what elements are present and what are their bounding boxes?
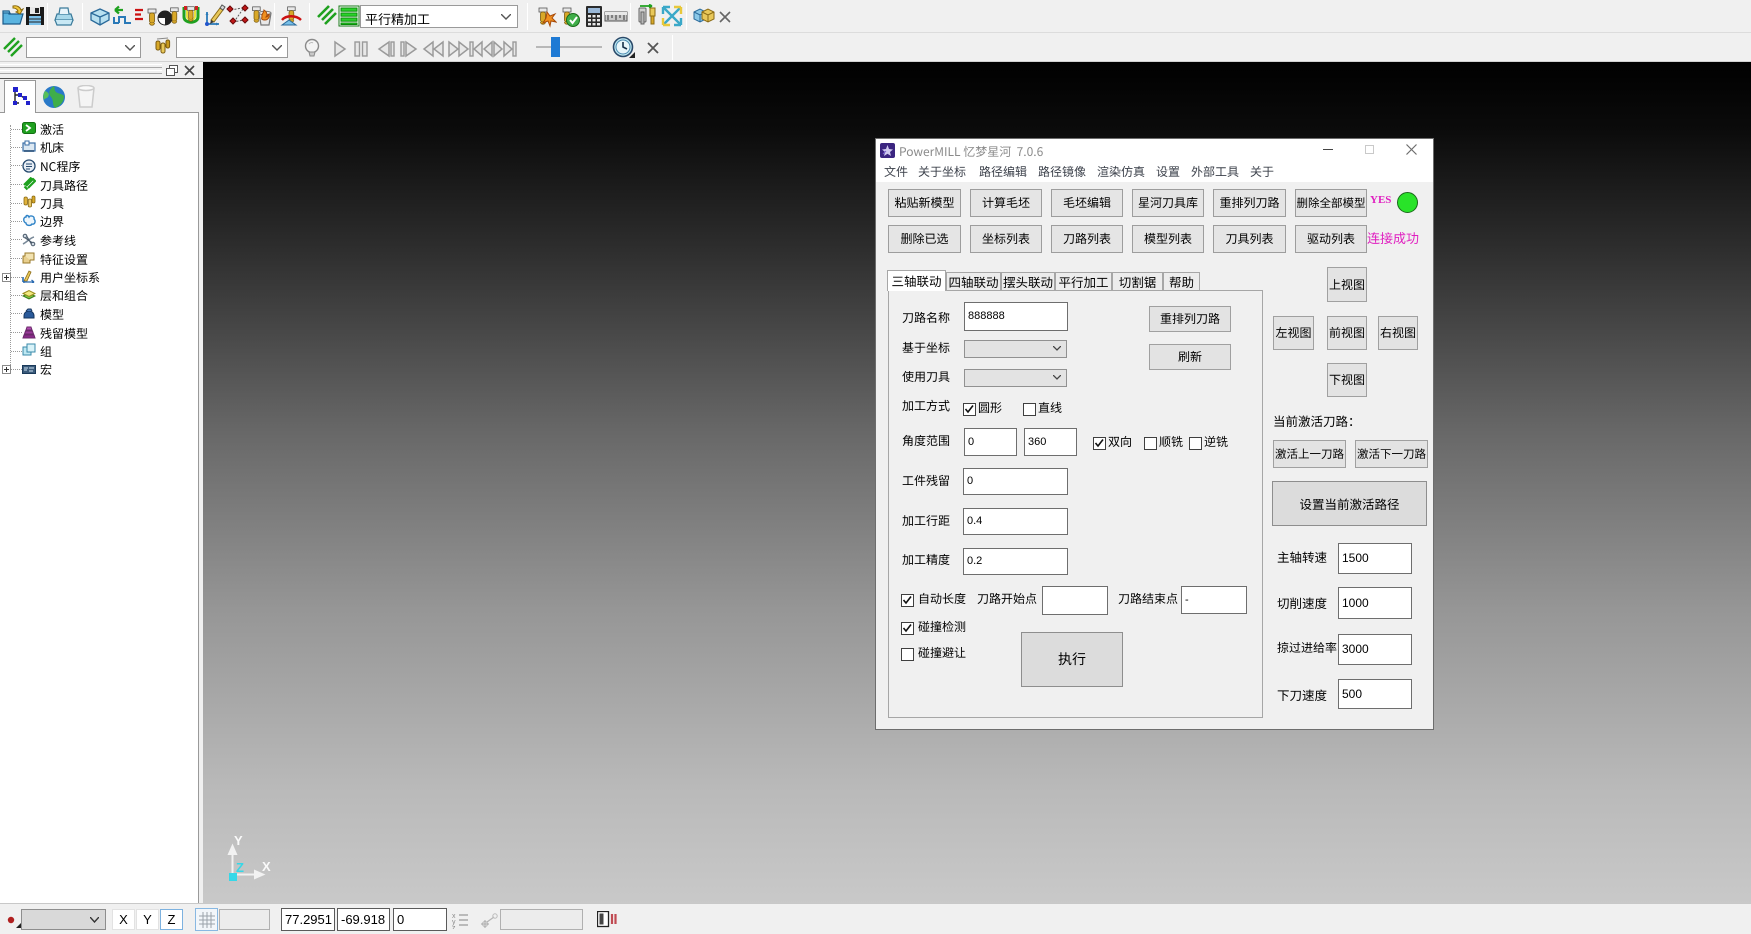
svg-text:Y: Y <box>234 833 243 848</box>
svg-text:z: z <box>452 925 456 929</box>
svg-text:Z: Z <box>236 860 244 875</box>
svg-text:X: X <box>262 859 271 874</box>
